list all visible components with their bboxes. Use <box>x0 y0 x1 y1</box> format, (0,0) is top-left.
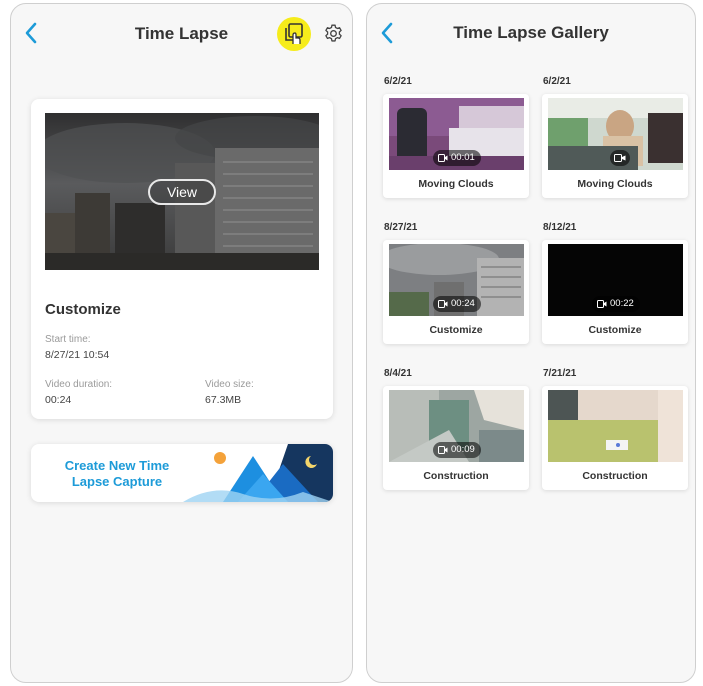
create-time-lapse-button[interactable]: Create New Time Lapse Capture <box>31 444 333 502</box>
top-bar: Time Lapse <box>11 4 352 60</box>
create-time-lapse-label: Create New Time Lapse Capture <box>64 458 170 489</box>
item-title: Customize <box>588 324 642 336</box>
time-lapse-title: Customize <box>45 301 121 318</box>
video-thumbnail <box>548 390 683 462</box>
gallery-item[interactable]: 00:09 Construction <box>383 386 529 490</box>
video-size-value: 67.3MB <box>205 394 242 406</box>
video-thumbnail <box>548 98 683 170</box>
latest-time-lapse-card: View Customize Start time: 8/27/21 10:54… <box>31 99 333 419</box>
video-camera-icon <box>614 154 626 162</box>
item-date: 8/4/21 <box>384 368 412 379</box>
gallery-item[interactable]: Construction <box>542 386 688 490</box>
duration-badge: 00:24 <box>433 296 481 312</box>
gallery-item[interactable]: Moving Clouds <box>542 94 688 198</box>
construction-scene-image <box>548 390 683 462</box>
video-thumbnail: 00:22 <box>548 244 683 316</box>
view-button[interactable]: View <box>148 179 216 205</box>
duration-badge: 00:09 <box>433 442 481 458</box>
start-time-value: 8/27/21 10:54 <box>45 349 110 361</box>
gallery-item[interactable]: 00:22 Customize <box>542 240 688 344</box>
video-duration-label: Video duration: <box>45 379 113 390</box>
time-lapse-gallery-screen: Time Lapse Gallery 6/2/21 6/2/21 00:01 M… <box>366 3 696 683</box>
item-title: Construction <box>423 470 489 482</box>
video-camera-icon <box>438 300 448 308</box>
video-thumbnail: 00:24 <box>389 244 524 316</box>
duration-text: 00:09 <box>451 444 475 455</box>
item-title: Moving Clouds <box>577 178 653 190</box>
gear-icon[interactable] <box>323 23 344 44</box>
video-thumbnail: 00:01 <box>389 98 524 170</box>
item-title: Construction <box>582 470 648 482</box>
video-duration-value: 00:24 <box>45 394 72 406</box>
duration-text: 00:22 <box>610 298 634 309</box>
video-badge <box>610 150 630 166</box>
top-bar: Time Lapse Gallery <box>367 4 695 60</box>
item-date: 6/2/21 <box>384 76 412 87</box>
item-date: 8/27/21 <box>384 222 418 233</box>
item-date: 8/12/21 <box>543 222 577 233</box>
video-camera-icon <box>438 154 448 162</box>
start-time-label: Start time: <box>45 334 91 345</box>
mountain-illustration <box>183 444 333 502</box>
duration-badge: 00:01 <box>433 150 481 166</box>
item-date: 6/2/21 <box>543 76 571 87</box>
item-title: Moving Clouds <box>418 178 494 190</box>
duration-text: 00:24 <box>451 298 475 309</box>
video-thumbnail[interactable]: View <box>45 113 319 270</box>
video-camera-icon <box>597 300 607 308</box>
video-size-label: Video size: <box>205 379 254 390</box>
item-date: 7/21/21 <box>543 368 577 379</box>
page-title: Time Lapse Gallery <box>453 23 609 42</box>
gallery-item[interactable]: 00:24 Customize <box>383 240 529 344</box>
time-lapse-screen: Time Lapse View Customize Start time: 8/… <box>10 3 353 683</box>
video-camera-icon <box>438 446 448 454</box>
duration-badge: 00:22 <box>592 296 640 312</box>
gallery-button[interactable] <box>277 17 311 51</box>
gallery-icon <box>285 23 303 44</box>
gallery-item[interactable]: 00:01 Moving Clouds <box>383 94 529 198</box>
duration-text: 00:01 <box>451 152 475 163</box>
item-title: Customize <box>429 324 483 336</box>
video-thumbnail: 00:09 <box>389 390 524 462</box>
